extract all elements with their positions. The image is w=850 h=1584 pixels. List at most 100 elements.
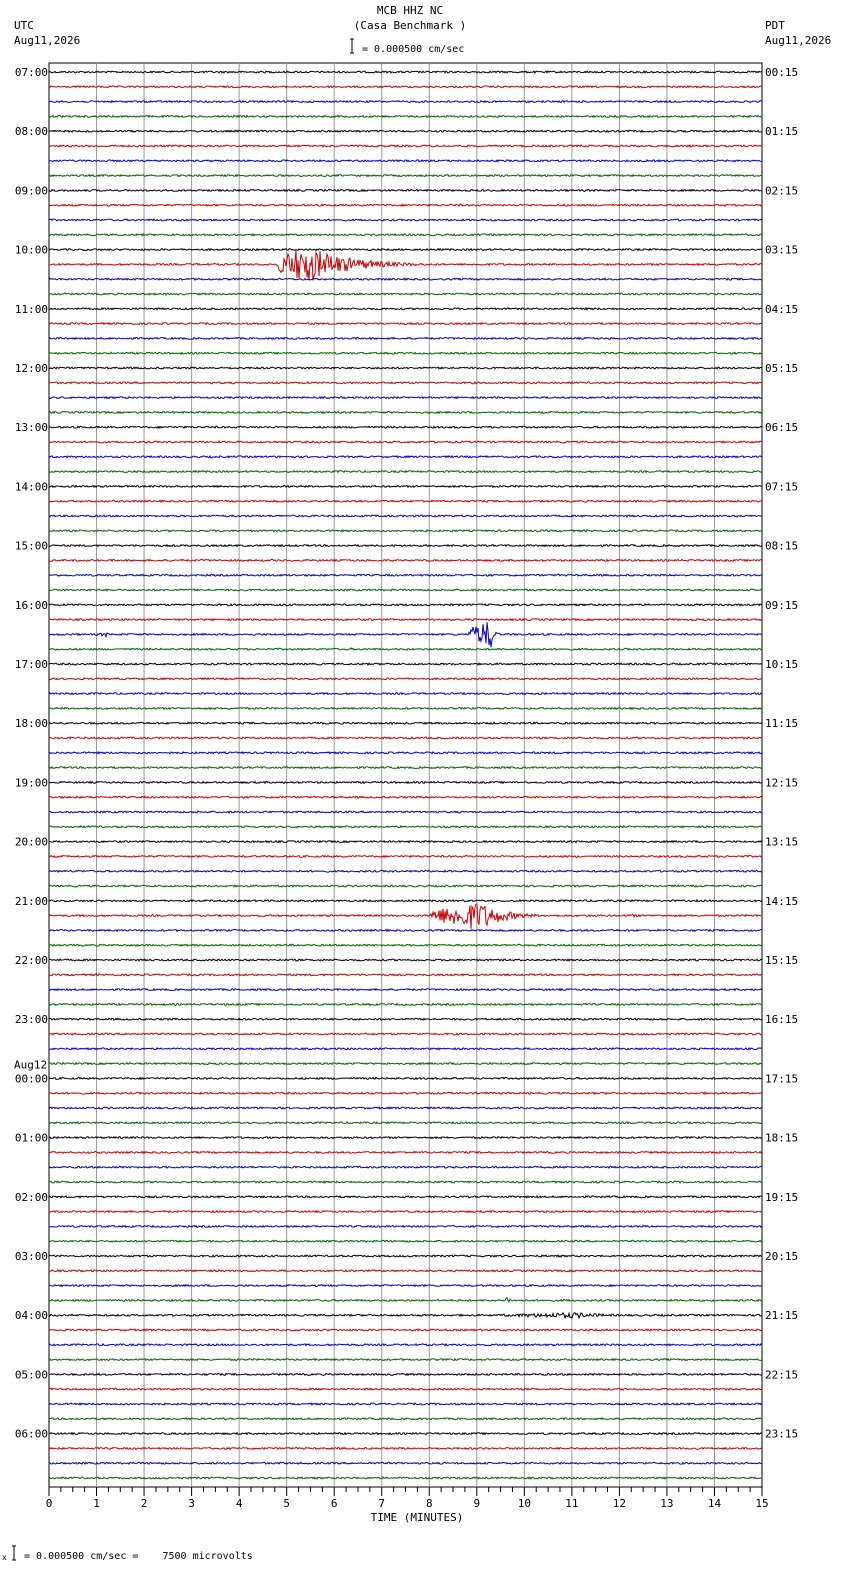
trace-line (48, 1032, 763, 1036)
pdt-hour-label: 22:15 (765, 1368, 798, 1381)
trace-line (48, 1061, 762, 1066)
trace-line (48, 1283, 763, 1288)
pdt-hour-label: 00:15 (765, 66, 798, 79)
trace-line (48, 691, 763, 696)
pdt-hour-label: 23:15 (765, 1428, 798, 1441)
trace-line (48, 1165, 762, 1170)
trace-line (48, 1254, 763, 1258)
x-tick-label: 10 (518, 1497, 531, 1510)
pdt-hour-label: 16:15 (765, 1013, 798, 1026)
utc-hour-label: 01:00 (15, 1132, 48, 1145)
trace-line (48, 1311, 763, 1320)
trace-line (48, 1446, 763, 1451)
trace-line (48, 366, 763, 370)
utc-hour-label: 03:00 (15, 1250, 48, 1263)
x-tick-label: 4 (236, 1497, 243, 1510)
trace-line (48, 277, 762, 282)
header-scale-bar-icon (350, 38, 354, 54)
pdt-hour-label: 18:15 (765, 1132, 798, 1145)
trace-line (48, 484, 763, 489)
trace-line (48, 1135, 763, 1140)
trace-line (48, 1461, 763, 1465)
trace-line (48, 247, 763, 252)
trace-line (48, 543, 763, 548)
trace-line (48, 622, 763, 648)
trace-line (48, 558, 763, 563)
pdt-hour-label: 03:15 (765, 244, 798, 257)
pdt-hour-label: 11:15 (765, 717, 798, 730)
trace-line (48, 351, 763, 356)
trace-line (48, 1268, 763, 1273)
trace-line (49, 306, 763, 311)
trace-line (48, 1224, 763, 1229)
utc-hour-label: 22:00 (15, 954, 48, 967)
trace-line (48, 750, 763, 755)
x-tick-label: 0 (46, 1497, 53, 1510)
trace-line (48, 114, 763, 119)
trace-line (48, 1239, 763, 1243)
trace-line (48, 972, 763, 977)
pdt-hour-label: 02:15 (765, 184, 798, 197)
trace-line (48, 1476, 762, 1480)
trace-line (48, 292, 763, 296)
utc-hour-label: 08:00 (15, 125, 48, 138)
trace-line (48, 839, 763, 844)
x-tick-label: 8 (426, 1497, 433, 1510)
x-tick-label: 1 (93, 1497, 100, 1510)
utc-hour-label: 02:00 (15, 1191, 48, 1204)
trace-line (48, 662, 763, 666)
trace-line (48, 795, 763, 799)
trace-line (48, 958, 763, 962)
trace-line (49, 810, 763, 814)
trace-line (48, 514, 763, 518)
trace-line (48, 158, 763, 163)
trace-line (48, 1194, 763, 1199)
trace-line (48, 425, 763, 430)
trace-line (48, 825, 763, 829)
utc-hour-label: 00:00 (15, 1072, 48, 1085)
trace-line (48, 173, 763, 178)
trace-line (48, 469, 763, 474)
trace-line (48, 85, 763, 89)
trace-line (48, 1342, 763, 1347)
trace-line (48, 1150, 763, 1155)
trace-line (48, 884, 763, 888)
pdt-hour-label: 15:15 (765, 954, 798, 967)
trace-line (48, 943, 763, 947)
pdt-hour-label: 14:15 (765, 895, 798, 908)
pdt-hour-label: 19:15 (765, 1191, 798, 1204)
x-tick-label: 9 (473, 1497, 480, 1510)
utc-hour-label: 09:00 (15, 184, 48, 197)
x-tick-label: 7 (378, 1497, 385, 1510)
x-tick-label: 12 (613, 1497, 626, 1510)
trace-line (49, 1357, 763, 1362)
seismogram-chart: 07:00 08:00 09:00 10:00 11:00 12:00 13:00 14:00… (12, 38, 798, 1561)
utc-hour-label: 13:00 (15, 421, 48, 434)
trace-line (48, 1372, 763, 1377)
day-break-label: Aug12 (14, 1058, 47, 1071)
utc-hour-label: 21:00 (15, 895, 48, 908)
utc-hour-label: 16:00 (15, 599, 48, 612)
trace-line (48, 573, 763, 577)
trace-line (48, 1402, 763, 1406)
trace-line (48, 250, 763, 281)
utc-hour-label: 19:00 (15, 776, 48, 789)
trace-line (49, 1209, 763, 1214)
trace-line (48, 1017, 763, 1021)
trace-line (48, 1076, 762, 1081)
pdt-hour-label: 01:15 (765, 125, 798, 138)
trace-line (48, 218, 763, 222)
trace-line (48, 898, 763, 903)
trace-line (48, 1296, 763, 1304)
trace-line (48, 736, 763, 740)
trace-line (48, 987, 763, 992)
x-tick-label: 6 (331, 1497, 338, 1510)
trace-line (48, 1002, 763, 1007)
trace-line (49, 1120, 763, 1125)
plot-frame (48, 62, 763, 1488)
trace-line (48, 410, 763, 415)
x-tick-label: 11 (565, 1497, 578, 1510)
pdt-hour-label: 17:15 (765, 1072, 798, 1085)
trace-line (49, 706, 763, 711)
trace-line (48, 1431, 763, 1436)
